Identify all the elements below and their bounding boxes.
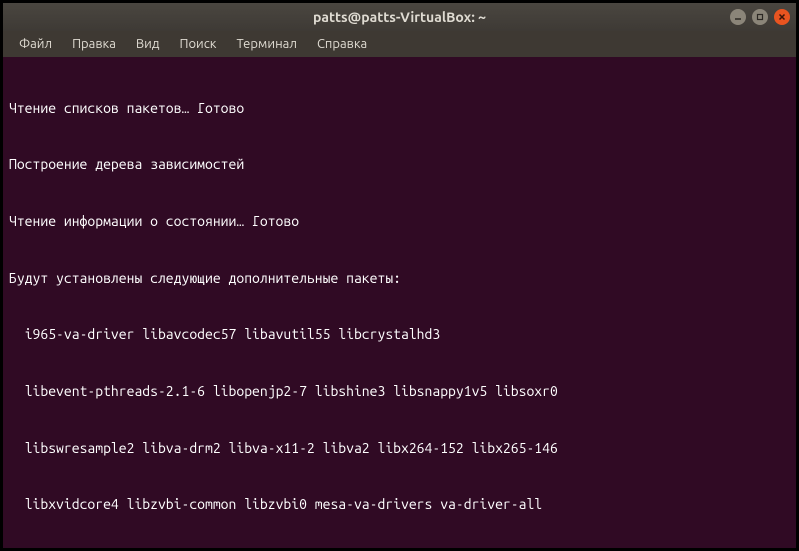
titlebar: patts@patts-VirtualBox: ~ [3, 3, 796, 31]
terminal-line: libxvidcore4 libzvbi-common libzvbi0 mes… [9, 495, 790, 514]
menu-file[interactable]: Файл [11, 35, 60, 53]
terminal-line: libswresample2 libva-drm2 libva-x11-2 li… [9, 439, 790, 458]
maximize-icon [756, 13, 764, 21]
minimize-icon [734, 13, 742, 21]
menu-help[interactable]: Справка [309, 35, 375, 53]
terminal-window: patts@patts-VirtualBox: ~ Файл Правка Ви… [3, 3, 796, 548]
menubar: Файл Правка Вид Поиск Терминал Справка [3, 31, 796, 57]
maximize-button[interactable] [752, 9, 768, 25]
terminal-line: Будут установлены следующие дополнительн… [9, 269, 790, 288]
close-button[interactable] [774, 9, 790, 25]
menu-search[interactable]: Поиск [171, 35, 224, 53]
menu-view[interactable]: Вид [128, 35, 168, 53]
terminal-line: Построение дерева зависимостей [9, 155, 790, 174]
minimize-button[interactable] [730, 9, 746, 25]
menu-edit[interactable]: Правка [64, 35, 124, 53]
close-icon [778, 13, 786, 21]
terminal-line: Чтение списков пакетов… Готово [9, 99, 790, 118]
terminal-line: i965-va-driver libavcodec57 libavutil55 … [9, 325, 790, 344]
menu-terminal[interactable]: Терминал [228, 35, 304, 53]
window-controls [730, 9, 790, 25]
window-title: patts@patts-VirtualBox: ~ [313, 9, 486, 25]
terminal-output[interactable]: Чтение списков пакетов… Готово Построени… [3, 57, 796, 548]
terminal-line: libevent-pthreads-2.1-6 libopenjp2-7 lib… [9, 382, 790, 401]
terminal-line: Чтение информации о состоянии… Готово [9, 212, 790, 231]
